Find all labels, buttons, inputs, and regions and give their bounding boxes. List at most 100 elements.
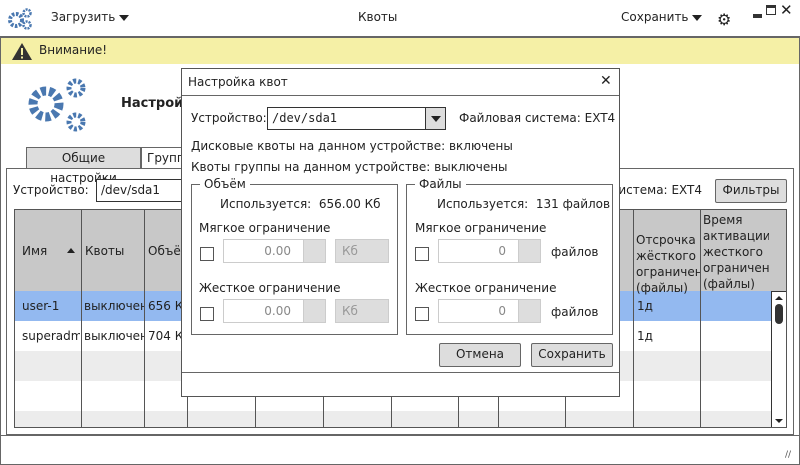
tab-general-settings[interactable]: Общие настройки [26, 147, 141, 185]
save-label: Сохранить [621, 10, 689, 24]
files-soft-spinbox[interactable]: 0 [438, 239, 541, 263]
gear-icon[interactable]: ⚙ [717, 10, 731, 29]
warning-bar: Внимание! [1, 38, 799, 64]
dialog-device-value: /dev/sda1 [272, 111, 338, 125]
cell-quota: выключены [84, 299, 144, 313]
group-quota-value: выключены [434, 160, 508, 174]
dialog-title: Настройка квот [188, 75, 288, 89]
dropdown-button[interactable] [425, 108, 445, 129]
dialog-titlebar: Настройка квот ✕ [182, 69, 619, 96]
dialog-fs-label: Файловая система: [459, 111, 581, 125]
volume-used: Используется: 656.00 Кб [220, 197, 381, 211]
filters-button[interactable]: Фильтры [715, 179, 787, 203]
warning-text: Внимание! [39, 43, 108, 57]
volume-soft-unit-select[interactable]: Кб [335, 239, 389, 263]
files-group-title: Файлы [415, 177, 466, 191]
volume-soft-unit: Кб [342, 244, 358, 258]
spin-arrows-icon[interactable] [303, 240, 325, 262]
app-gears-icon [8, 8, 32, 30]
header-grace-files[interactable]: Отсрочка жёсткого ограничения (файлы) [636, 232, 700, 296]
files-soft-label: Мягкое ограничение [415, 221, 547, 235]
scroll-down-icon[interactable] [775, 419, 783, 423]
files-hard-checkbox[interactable] [415, 307, 429, 321]
spin-arrows-icon[interactable] [518, 240, 540, 262]
status-bar [1, 435, 799, 464]
files-hard-unit: файлов [551, 305, 599, 319]
chevron-down-icon [692, 14, 703, 21]
device-label: Устройство: [13, 183, 89, 197]
close-icon[interactable]: ✕ [780, 1, 793, 19]
files-hard-label: Жесткое ограничение [415, 281, 557, 295]
quota-settings-dialog: Настройка квот ✕ Устройство: /dev/sda1 Ф… [181, 68, 620, 397]
cell-grace-files: 1д [637, 329, 653, 343]
col-divider [700, 210, 701, 427]
spin-arrows-icon[interactable] [303, 300, 325, 322]
files-soft-unit: файлов [551, 245, 599, 259]
scroll-thumb[interactable] [775, 304, 783, 324]
cell-name: superadmin [22, 329, 80, 343]
volume-hard-unit: Кб [342, 304, 358, 318]
cell-grace-files: 1д [637, 299, 653, 313]
volume-used-label: Используется: [220, 197, 312, 211]
minimize-icon[interactable] [753, 14, 762, 18]
col-divider [144, 210, 145, 427]
volume-used-value: 656.00 Кб [318, 197, 381, 211]
files-used: Используется: 131 файлов [437, 197, 610, 211]
volume-soft-value: 0.00 [264, 244, 291, 258]
load-label: Загрузить [51, 10, 116, 24]
dialog-footer-divider [182, 372, 619, 373]
maximize-icon[interactable] [766, 5, 776, 15]
volume-hard-spinbox[interactable]: 0.00 [223, 299, 326, 323]
disk-quota-status: Дисковые квоты на данном устройстве: вкл… [191, 139, 513, 153]
disk-quota-value: включены [448, 139, 513, 153]
sort-asc-icon [67, 248, 75, 253]
save-menu-button[interactable]: Сохранить [621, 10, 703, 24]
table-row-empty [15, 411, 786, 427]
dialog-fs-info: Файловая система: EXT4 [459, 111, 615, 125]
files-used-label: Используется: [437, 197, 529, 211]
vertical-scrollbar[interactable] [771, 291, 786, 427]
files-soft-value: 0 [498, 244, 506, 258]
files-soft-checkbox[interactable] [415, 247, 429, 261]
dialog-device-label: Устройство: [191, 111, 267, 125]
col-divider [81, 210, 82, 427]
volume-hard-unit-select[interactable]: Кб [335, 299, 389, 323]
top-bar: Загрузить Квоты Сохранить ⚙ ✕ [0, 0, 800, 38]
cell-quota: выключены [84, 329, 144, 343]
load-menu-button[interactable]: Загрузить [51, 10, 130, 24]
header-name[interactable]: Имя [22, 243, 47, 259]
files-used-value: 131 файлов [535, 197, 611, 211]
chevron-down-icon [430, 115, 441, 122]
warning-icon [12, 43, 32, 60]
settings-gears-icon [28, 78, 86, 132]
header-quota[interactable]: Квоты [85, 243, 124, 259]
header-hard-activation-files[interactable]: Время активации жесткого ограничения (фа… [703, 212, 769, 292]
chevron-down-icon [119, 14, 130, 21]
volume-hard-value: 0.00 [264, 304, 291, 318]
volume-soft-checkbox[interactable] [200, 247, 214, 261]
volume-soft-label: Мягкое ограничение [199, 221, 331, 235]
files-group: Файлы Используется: 131 файлов Мягкое ог… [406, 177, 613, 335]
fs-value: EXT4 [671, 183, 702, 197]
volume-soft-spinbox[interactable]: 0.00 [223, 239, 326, 263]
window-title: Квоты [358, 10, 398, 24]
dialog-fs-value: EXT4 [584, 111, 616, 125]
dialog-close-icon[interactable]: ✕ [600, 73, 612, 89]
disk-quota-label: Дисковые квоты на данном устройстве: [191, 139, 446, 153]
files-hard-value: 0 [498, 304, 506, 318]
cancel-button[interactable]: Отмена [439, 343, 521, 367]
dialog-device-select[interactable]: /dev/sda1 [267, 107, 446, 130]
cell-name: user-1 [22, 299, 60, 313]
volume-hard-label: Жесткое ограничение [199, 281, 341, 295]
volume-hard-checkbox[interactable] [200, 307, 214, 321]
save-button[interactable]: Сохранить [531, 343, 613, 367]
col-divider [633, 210, 634, 427]
group-quota-status: Квоты группы на данном устройстве: выклю… [191, 160, 508, 174]
resize-grip-icon[interactable]: // [785, 450, 791, 460]
volume-group-title: Объём [200, 177, 250, 191]
group-quota-label: Квоты группы на данном устройстве: [191, 160, 431, 174]
files-hard-spinbox[interactable]: 0 [438, 299, 541, 323]
scroll-up-icon[interactable] [775, 296, 783, 300]
volume-group: Объём Используется: 656.00 Кб Мягкое огр… [191, 177, 398, 335]
spin-arrows-icon[interactable] [518, 300, 540, 322]
